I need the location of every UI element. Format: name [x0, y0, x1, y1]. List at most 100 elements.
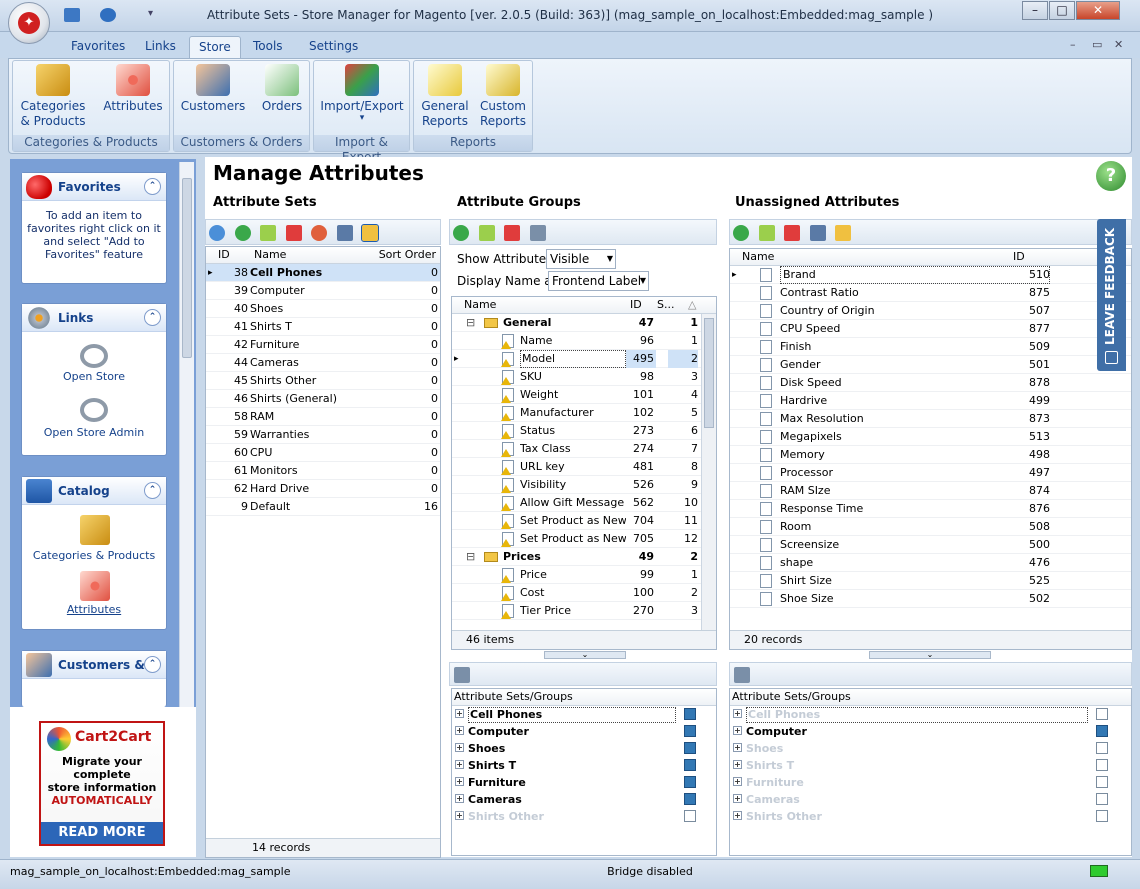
column-header-name[interactable]: Name [464, 297, 496, 313]
table-row[interactable]: 39 Computer 0 [206, 282, 440, 300]
table-row[interactable]: 41 Shirts T 0 [206, 318, 440, 336]
table-row[interactable]: 61 Monitors 0 [206, 462, 440, 480]
quick-access-window-icon[interactable] [64, 8, 80, 22]
checkbox[interactable] [684, 810, 696, 822]
add-icon[interactable] [453, 225, 469, 241]
checkbox-checked[interactable] [684, 725, 696, 737]
catalog-header[interactable]: Catalog ⌃ [22, 477, 166, 505]
customers-header[interactable]: Customers &... ⌃ [22, 651, 166, 679]
checkbox-checked[interactable] [684, 776, 696, 788]
table-row[interactable]: 46 Shirts (General) 0 [206, 390, 440, 408]
edit-icon[interactable] [478, 225, 495, 241]
leave-feedback-tab[interactable]: LEAVE FEEDBACK [1097, 219, 1126, 371]
checkbox[interactable] [1096, 708, 1108, 720]
collapse-chevron-icon[interactable]: ⌃ [144, 178, 161, 195]
table-row[interactable]: Country of Origin 507 [730, 302, 1131, 320]
expand-plus-icon[interactable]: + [733, 777, 742, 786]
mdi-minimize-button[interactable]: – [1070, 38, 1076, 51]
delete-icon[interactable] [784, 225, 800, 241]
expand-plus-icon[interactable]: + [733, 811, 742, 820]
sidebar-categories-products-link[interactable]: Categories & Products [22, 505, 166, 562]
expand-plus-icon[interactable]: + [733, 726, 742, 735]
expand-plus-icon[interactable]: + [455, 760, 464, 769]
quick-access-dropdown-icon[interactable]: ▾ [148, 8, 153, 19]
column-header-id[interactable]: ID [1013, 249, 1025, 265]
tab-favorites[interactable]: Favorites [62, 36, 134, 58]
open-store-admin-link[interactable]: Open Store Admin [22, 388, 166, 444]
add-icon[interactable] [234, 225, 251, 241]
set-group-row[interactable]: + Cameras [730, 791, 1131, 808]
help-icon[interactable]: ? [1096, 161, 1126, 191]
attribute-row[interactable]: Allow Gift Message 562 10 [452, 494, 701, 512]
table-row[interactable]: Screensize 500 [730, 536, 1131, 554]
table-row[interactable]: ▸ Brand 510 [730, 266, 1131, 284]
table-row[interactable]: 40 Shoes 0 [206, 300, 440, 318]
set-group-row[interactable]: + Shoes [730, 740, 1131, 757]
checkbox-checked[interactable] [684, 742, 696, 754]
delete-icon[interactable] [504, 225, 520, 241]
edit-icon[interactable] [758, 225, 775, 241]
expand-plus-icon[interactable]: + [455, 743, 464, 752]
add-icon[interactable] [733, 225, 749, 241]
checkbox[interactable] [1096, 793, 1108, 805]
column-header-sort[interactable]: S... [657, 297, 674, 313]
customers-button[interactable]: Customers [180, 64, 246, 114]
group-row[interactable]: ⊟ General 47 1 [452, 314, 701, 332]
collapse-chevron-icon[interactable]: ⌃ [144, 656, 161, 673]
attributes-button[interactable]: Attributes [100, 64, 166, 114]
table-row[interactable]: Shirt Size 525 [730, 572, 1131, 590]
group-row[interactable]: ⊟ Prices 49 2 [452, 548, 701, 566]
column-header-name[interactable]: Name [742, 249, 774, 265]
set-group-row[interactable]: + Furniture [730, 774, 1131, 791]
group-tree-icon[interactable] [529, 225, 546, 241]
maximize-button[interactable]: □ [1049, 1, 1075, 20]
set-group-row[interactable]: + Computer [730, 723, 1131, 740]
filter-icon[interactable] [361, 224, 379, 242]
table-row[interactable]: ▸ 38 Cell Phones 0 [206, 264, 440, 282]
show-attributes-select[interactable]: Visible ▼ [546, 249, 616, 269]
collapse-chevron-icon[interactable]: ⌃ [144, 482, 161, 499]
expand-plus-icon[interactable]: + [455, 777, 464, 786]
table-row[interactable]: Processor 497 [730, 464, 1131, 482]
set-group-row[interactable]: + Computer [452, 723, 716, 740]
table-row[interactable]: CPU Speed 877 [730, 320, 1131, 338]
custom-reports-button[interactable]: Custom Reports [476, 64, 530, 129]
set-group-row[interactable]: + Shirts Other [452, 808, 716, 825]
quick-access-help-icon[interactable] [100, 8, 116, 22]
group-tree-icon[interactable] [734, 667, 750, 683]
collapse-chevron-icon[interactable]: ⌃ [144, 309, 161, 326]
table-row[interactable]: Hardrive 499 [730, 392, 1131, 410]
sidebar-scrollbar[interactable] [179, 162, 194, 707]
groups-scrollbar[interactable] [701, 314, 716, 648]
attribute-row[interactable]: Weight 101 4 [452, 386, 701, 404]
fit-columns-icon[interactable] [809, 225, 826, 241]
checkbox-checked[interactable] [684, 793, 696, 805]
table-row[interactable]: 44 Cameras 0 [206, 354, 440, 372]
column-header-name[interactable]: Name [254, 247, 286, 263]
splitter-handle[interactable]: ⌄ [869, 651, 991, 659]
refresh-icon[interactable] [209, 225, 225, 241]
close-button[interactable]: ✕ [1076, 1, 1120, 20]
expand-plus-icon[interactable]: + [455, 811, 464, 820]
expand-toggle-icon[interactable]: ⊟ [466, 314, 475, 332]
import-export-button[interactable]: Import/Export ▾ [320, 64, 404, 123]
delete-icon[interactable] [285, 225, 302, 241]
orders-button[interactable]: Orders [254, 64, 310, 114]
attribute-row[interactable]: Tax Class 274 7 [452, 440, 701, 458]
table-row[interactable]: 60 CPU 0 [206, 444, 440, 462]
sidebar-attributes-link[interactable]: Attributes [22, 561, 166, 617]
expand-plus-icon[interactable]: + [733, 794, 742, 803]
expand-plus-icon[interactable]: + [733, 760, 742, 769]
set-group-row[interactable]: + Cell Phones [452, 706, 716, 723]
expand-toggle-icon[interactable]: ⊟ [466, 548, 475, 566]
table-row[interactable]: Disk Speed 878 [730, 374, 1131, 392]
table-row[interactable]: RAM SIze 874 [730, 482, 1131, 500]
attribute-row[interactable]: Set Product as New tc 705 12 [452, 530, 701, 548]
table-row[interactable]: Shoe Size 502 [730, 590, 1131, 608]
attribute-row[interactable]: ▸ Model 495 2 [452, 350, 701, 368]
checkbox-checked[interactable] [1096, 725, 1108, 737]
checkbox-checked[interactable] [684, 759, 696, 771]
attribute-row[interactable]: Status 273 6 [452, 422, 701, 440]
filter-icon[interactable] [835, 225, 851, 241]
expand-plus-icon[interactable]: + [733, 709, 742, 718]
